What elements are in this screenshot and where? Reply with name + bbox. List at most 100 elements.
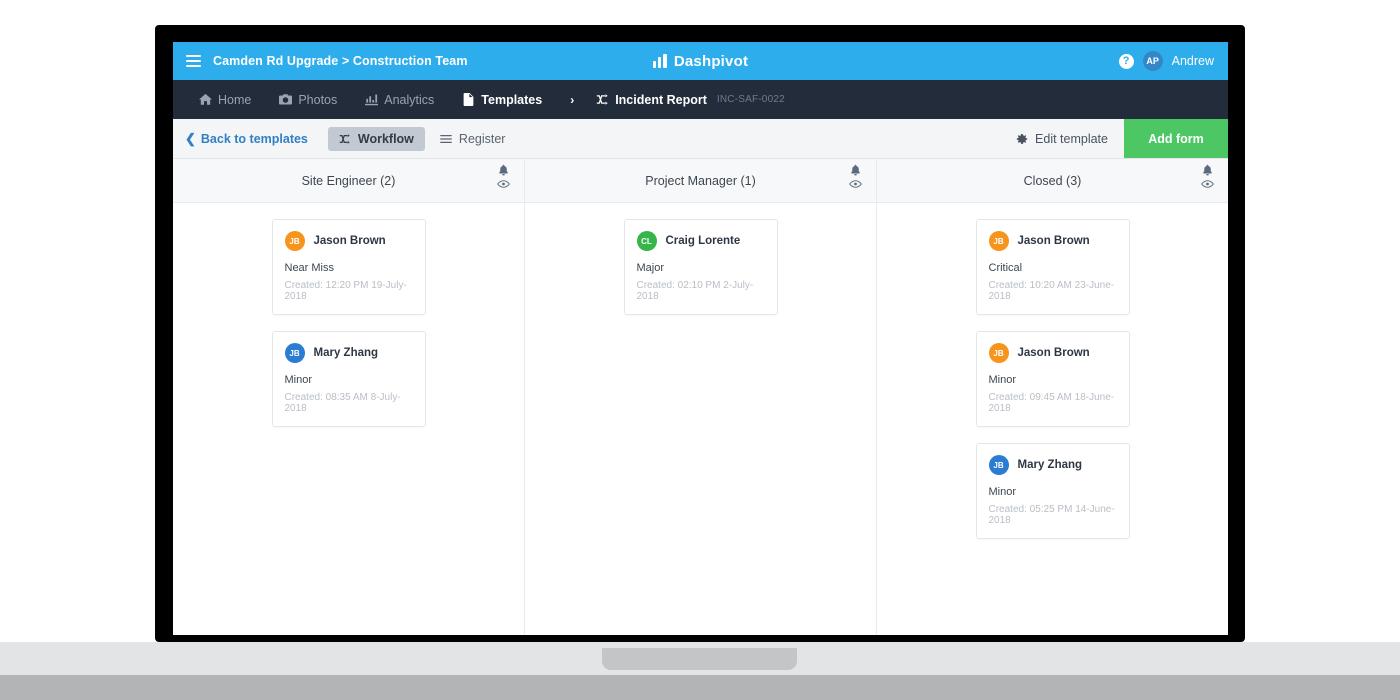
avatar[interactable]: AP	[1142, 51, 1163, 71]
column-title: Closed (3)	[1023, 173, 1082, 188]
back-to-templates-link[interactable]: ❮ Back to templates	[185, 132, 308, 146]
avatar: CL	[636, 231, 657, 251]
card-created-timestamp: Created: 08:35 AM 8-July-2018	[284, 392, 401, 414]
nav-item-home[interactable]: Home	[199, 93, 251, 107]
screenshot-stage: Camden Rd Upgrade > Construction Team Da…	[0, 0, 1400, 700]
tab-register[interactable]: Register	[429, 127, 517, 151]
hamburger-icon[interactable]	[186, 55, 201, 67]
avatar: JB	[284, 343, 305, 363]
shuffle-icon	[596, 93, 609, 106]
card-severity: Minor	[988, 486, 1017, 498]
board-column-site-engineer: Site Engineer (2) JB Jason Brown Near Mi…	[173, 159, 525, 635]
tab-register-label: Register	[458, 131, 506, 146]
user-name[interactable]: Andrew	[1172, 54, 1214, 68]
card-header: JB Mary Zhang	[988, 455, 1117, 475]
column-cards: JB Jason Brown Critical Created: 10:20 A…	[877, 203, 1228, 571]
column-header-icons	[849, 164, 862, 189]
avatar: JB	[284, 231, 305, 251]
edit-template-button[interactable]: Edit template	[999, 119, 1124, 158]
column-header: Closed (3)	[877, 159, 1228, 203]
toolbar-actions: Edit template Add form	[999, 119, 1228, 158]
card-header: JB Jason Brown	[988, 231, 1117, 251]
card-severity: Critical	[988, 262, 1023, 274]
card-created-timestamp: Created: 09:45 AM 18-June-2018	[988, 392, 1115, 414]
bell-icon[interactable]	[1202, 164, 1213, 176]
home-icon	[199, 93, 212, 106]
card-author-name: Jason Brown	[1017, 347, 1090, 359]
nav-item-analytics[interactable]: Analytics	[365, 93, 434, 107]
form-card[interactable]: JB Mary Zhang Minor Created: 08:35 AM 8-…	[271, 331, 426, 427]
avatar: JB	[988, 455, 1009, 475]
card-severity: Minor	[988, 374, 1017, 386]
add-form-button[interactable]: Add form	[1124, 119, 1228, 158]
column-cards: CL Craig Lorente Major Created: 02:10 PM…	[525, 203, 876, 347]
form-card[interactable]: JB Mary Zhang Minor Created: 05:25 PM 14…	[975, 443, 1130, 539]
chevron-left-icon: ❮	[185, 131, 196, 146]
column-header: Site Engineer (2)	[173, 159, 524, 203]
nav-item-templates[interactable]: Templates	[462, 93, 542, 107]
header-right-controls: ? AP Andrew	[1118, 51, 1214, 71]
breadcrumb[interactable]: Camden Rd Upgrade > Construction Team	[213, 54, 468, 68]
app-screen: Camden Rd Upgrade > Construction Team Da…	[173, 42, 1228, 635]
column-header: Project Manager (1)	[525, 159, 876, 203]
nav-label-home: Home	[218, 92, 252, 107]
card-header: CL Craig Lorente	[636, 231, 765, 251]
column-header-icons	[497, 164, 510, 189]
card-author-name: Craig Lorente	[665, 235, 741, 247]
form-card[interactable]: CL Craig Lorente Major Created: 02:10 PM…	[623, 219, 778, 315]
column-cards: JB Jason Brown Near Miss Created: 12:20 …	[173, 203, 524, 459]
eye-icon[interactable]	[1201, 179, 1214, 189]
template-toolbar: ❮ Back to templates Workflow Register Ed…	[173, 119, 1228, 159]
card-created-timestamp: Created: 02:10 PM 2-July-2018	[636, 280, 754, 302]
card-severity: Near Miss	[284, 262, 335, 274]
chart-icon	[365, 93, 379, 106]
avatar: JB	[988, 343, 1009, 363]
nav-separator-chevron-icon: ›	[570, 92, 575, 107]
shuffle-icon	[339, 132, 352, 145]
board-column-project-manager: Project Manager (1) CL Craig Lorente Maj…	[525, 159, 877, 635]
workflow-board: Site Engineer (2) JB Jason Brown Near Mi…	[173, 159, 1228, 635]
column-header-icons	[1201, 164, 1214, 189]
app-header: Camden Rd Upgrade > Construction Team Da…	[173, 42, 1228, 80]
column-title: Site Engineer (2)	[301, 173, 396, 188]
back-to-templates-label: Back to templates	[200, 131, 308, 146]
card-header: JB Jason Brown	[284, 231, 413, 251]
nav-label-photos: Photos	[298, 92, 338, 107]
brand-name: Dashpivot	[673, 52, 749, 70]
help-icon[interactable]: ?	[1118, 53, 1134, 69]
main-navigation: Home Photos Analytics Templates › Incide…	[173, 80, 1228, 119]
form-card[interactable]: JB Jason Brown Critical Created: 10:20 A…	[975, 219, 1130, 315]
form-card[interactable]: JB Jason Brown Minor Created: 09:45 AM 1…	[975, 331, 1130, 427]
list-icon	[440, 132, 453, 145]
nav-item-photos[interactable]: Photos	[279, 93, 337, 107]
card-author-name: Mary Zhang	[1017, 459, 1083, 471]
card-created-timestamp: Created: 12:20 PM 19-July-2018	[284, 280, 407, 302]
edit-template-label: Edit template	[1035, 131, 1108, 146]
tab-workflow-label: Workflow	[357, 131, 414, 146]
bell-icon[interactable]	[850, 164, 861, 176]
nav-label-templates: Templates	[481, 92, 543, 107]
card-severity: Major	[636, 262, 665, 274]
card-severity: Minor	[284, 374, 313, 386]
nav-item-incident-report[interactable]: Incident Report	[596, 93, 707, 107]
bell-icon[interactable]	[498, 164, 509, 176]
template-code: INC-SAF-0022	[716, 94, 785, 105]
card-header: JB Jason Brown	[988, 343, 1117, 363]
eye-icon[interactable]	[497, 179, 510, 189]
monitor-notch	[602, 648, 797, 670]
column-title: Project Manager (1)	[645, 173, 756, 188]
card-author-name: Jason Brown	[1017, 235, 1090, 247]
bar-chart-logo-icon	[652, 54, 667, 68]
eye-icon[interactable]	[849, 179, 862, 189]
camera-icon	[279, 93, 293, 106]
card-created-timestamp: Created: 10:20 AM 23-June-2018	[988, 280, 1115, 302]
board-column-closed: Closed (3) JB Jason Brown Critical Creat…	[877, 159, 1228, 635]
card-author-name: Mary Zhang	[313, 347, 379, 359]
nav-label-incident-report: Incident Report	[615, 92, 707, 107]
form-card[interactable]: JB Jason Brown Near Miss Created: 12:20 …	[271, 219, 426, 315]
avatar: JB	[988, 231, 1009, 251]
tab-workflow[interactable]: Workflow	[327, 126, 425, 151]
document-icon	[462, 93, 475, 106]
monitor-foot	[0, 675, 1400, 700]
card-created-timestamp: Created: 05:25 PM 14-June-2018	[988, 504, 1115, 526]
